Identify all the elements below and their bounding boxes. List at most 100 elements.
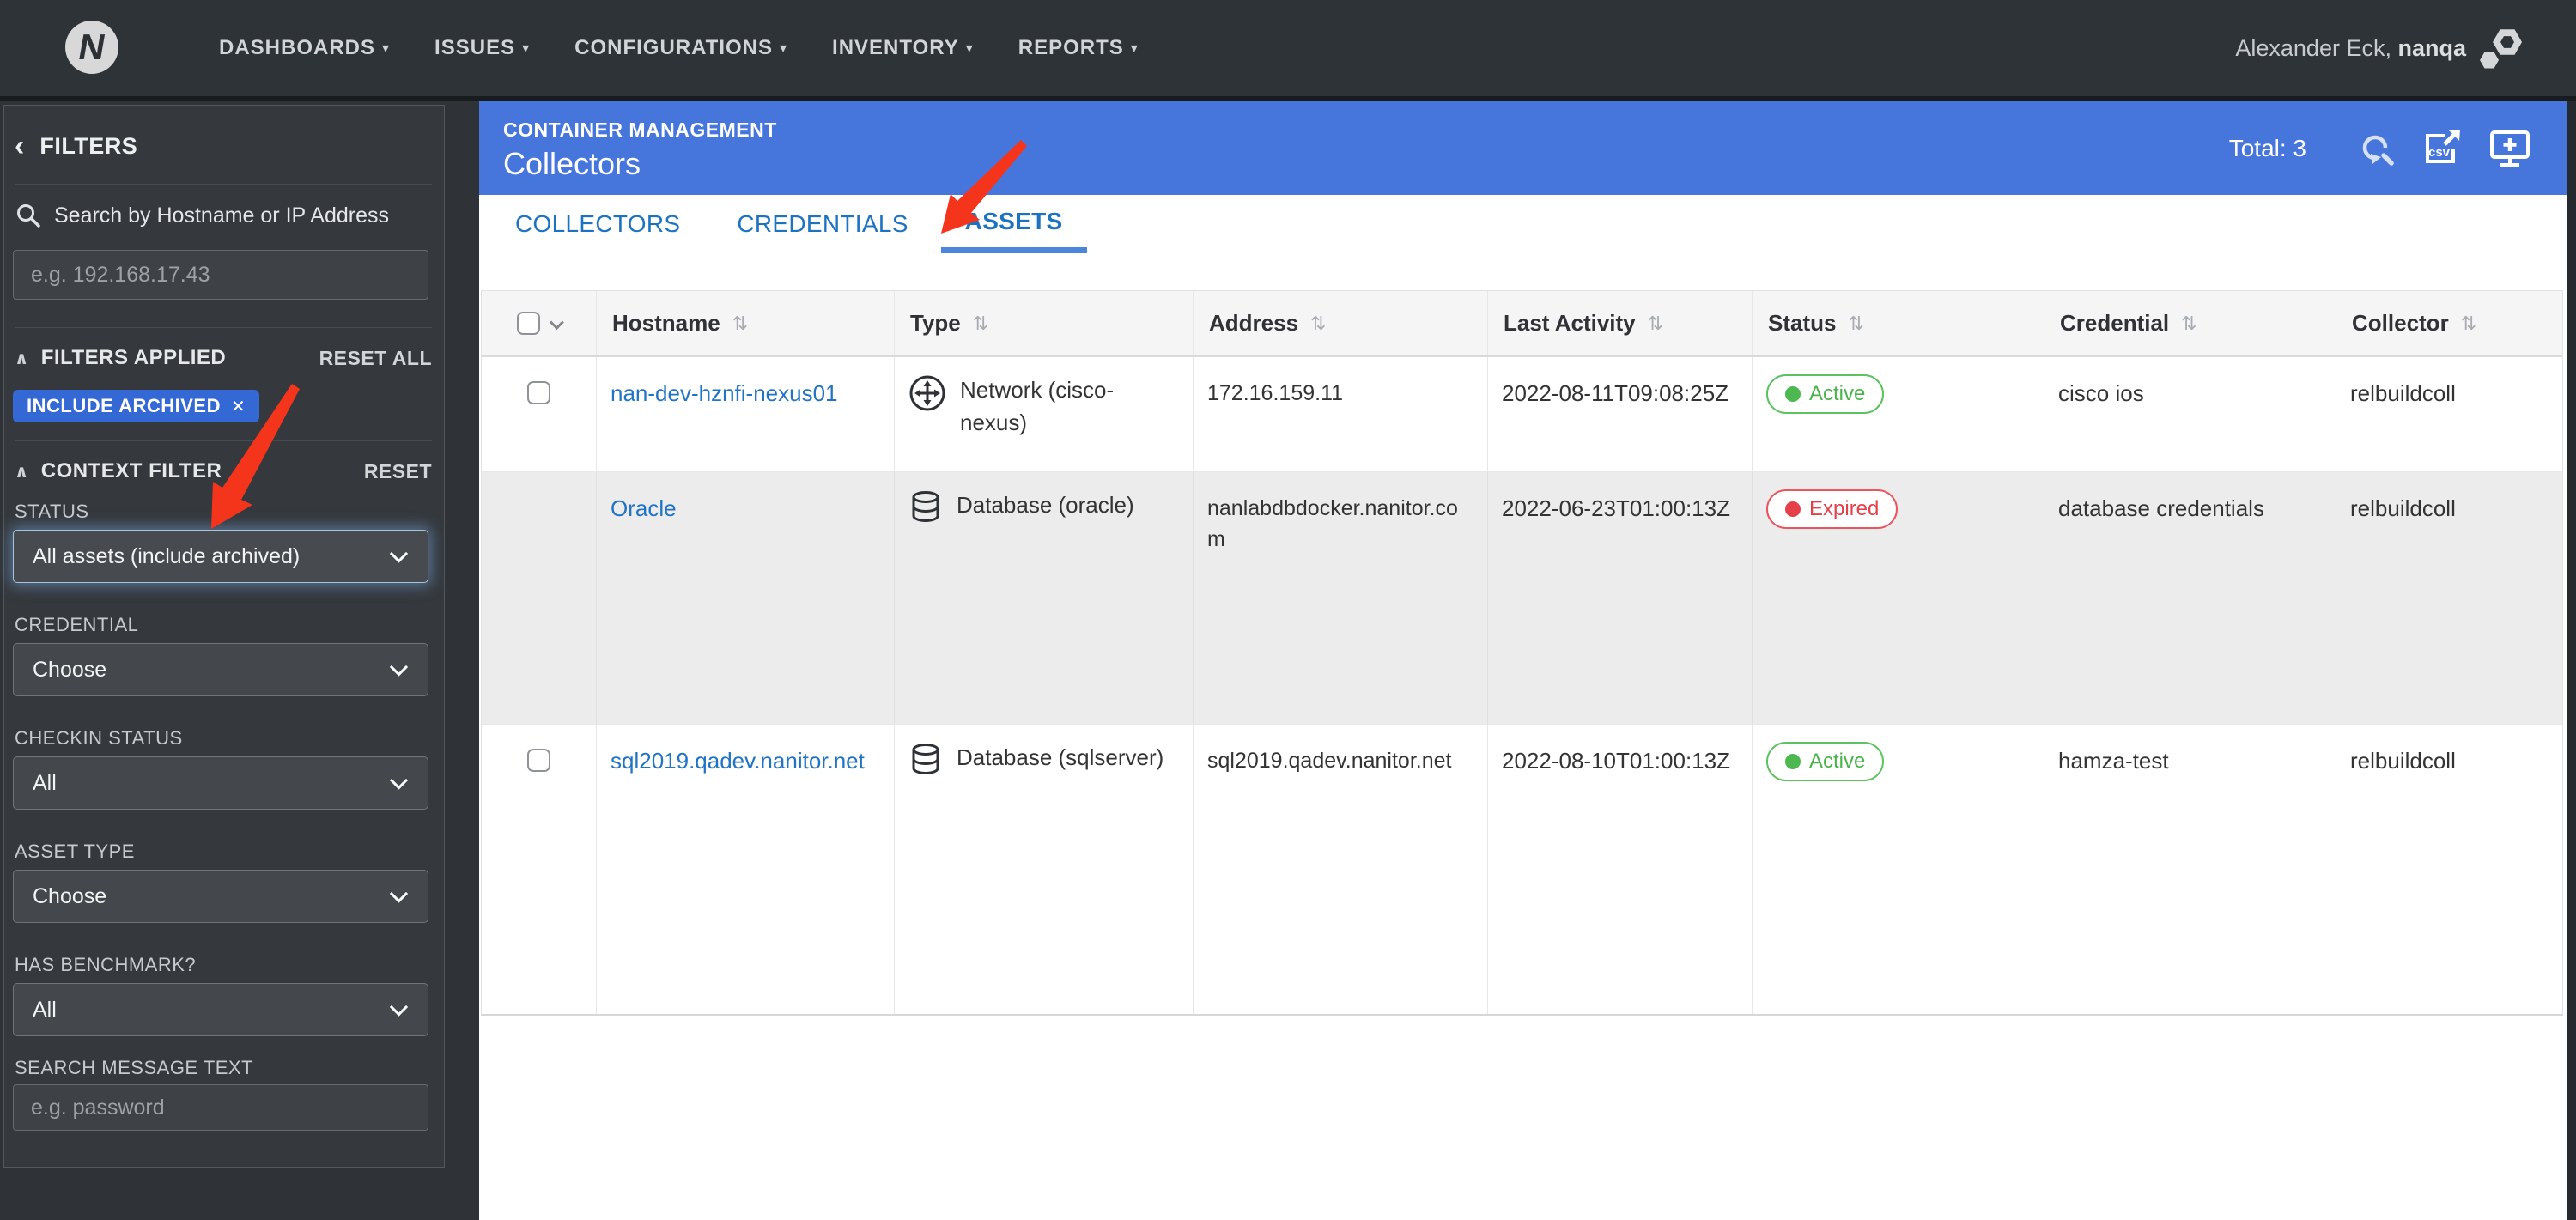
filters-sidebar: ‹ FILTERS Search by Hostname or IP Addre… xyxy=(0,101,479,1220)
chip-close-icon[interactable]: ✕ xyxy=(231,396,246,417)
row-checkbox[interactable] xyxy=(527,749,550,772)
asset-type-select[interactable]: Choose xyxy=(13,870,428,923)
reset-all-button[interactable]: RESET ALL xyxy=(319,347,432,370)
collector-cell: relbuildcoll xyxy=(2350,380,2456,406)
nav-issues-label: ISSUES xyxy=(434,36,516,59)
assets-table: Hostname ⇅ Type ⇅ Address ⇅ Last Activity ⇅ … xyxy=(481,290,2563,1016)
status-badge: Active xyxy=(1766,374,1885,414)
asset-type-text: Database (sqlserver) xyxy=(957,744,1164,770)
export-csv-icon[interactable]: csv xyxy=(2421,128,2463,169)
filters-title: FILTERS xyxy=(39,132,138,159)
hostname-link[interactable]: Oracle xyxy=(611,495,677,521)
nav-issues[interactable]: ISSUES ▾ xyxy=(434,36,530,60)
tab-bar: COLLECTORS CREDENTIALS ASSETS xyxy=(479,195,2567,253)
table-row: nan-dev-hznfi-nexus01 Network (cisco-nex… xyxy=(482,357,2562,472)
search-label-row: Search by Hostname or IP Address xyxy=(15,202,389,229)
sort-icon[interactable]: ⇅ xyxy=(2461,310,2476,337)
reset-button[interactable]: RESET xyxy=(364,460,432,483)
tab-collectors[interactable]: COLLECTORS xyxy=(491,195,704,253)
bulk-actions-chevron-icon[interactable] xyxy=(549,314,564,330)
status-dot-icon xyxy=(1785,754,1801,769)
column-header-credential[interactable]: Credential ⇅ xyxy=(2044,291,2336,355)
page-title: Collectors xyxy=(503,146,641,181)
nanitor-logo[interactable]: N xyxy=(65,21,118,74)
page: N DASHBOARDS ▾ ISSUES ▾ CONFIGURATIONS ▾… xyxy=(0,0,2576,1220)
user-menu[interactable]: Alexander Eck, nanqa xyxy=(2235,0,2524,96)
include-archived-chip[interactable]: INCLUDE ARCHIVED ✕ xyxy=(13,390,260,422)
address-cell: 172.16.159.11 xyxy=(1194,357,1488,471)
status-badge: Active xyxy=(1766,742,1885,781)
asset-type-text: Network (cisco-nexus) xyxy=(960,377,1115,435)
nav-configurations[interactable]: CONFIGURATIONS ▾ xyxy=(574,36,787,60)
nav-configurations-label: CONFIGURATIONS xyxy=(574,36,773,59)
collapse-caret-icon: ∧ xyxy=(15,462,29,482)
row-checkbox[interactable] xyxy=(527,381,550,404)
hostname-link[interactable]: sql2019.qadev.nanitor.net xyxy=(611,748,865,774)
top-nav: N DASHBOARDS ▾ ISSUES ▾ CONFIGURATIONS ▾… xyxy=(0,0,2576,101)
user-name: Alexander Eck, nanqa xyxy=(2235,34,2466,61)
checkin-status-label: CHECKIN STATUS xyxy=(15,727,183,749)
nav-inventory[interactable]: INVENTORY ▾ xyxy=(832,36,974,60)
nav-dashboards[interactable]: DASHBOARDS ▾ xyxy=(219,36,390,60)
context-filter-title: CONTEXT FILTER xyxy=(40,459,222,483)
context-filter-section[interactable]: ∧ CONTEXT FILTER xyxy=(15,459,222,483)
org-hexagons-icon xyxy=(2480,29,2522,69)
collector-cell: relbuildcoll xyxy=(2350,495,2456,521)
status-badge: Expired xyxy=(1766,489,1899,529)
sort-icon[interactable]: ⇅ xyxy=(1848,310,1863,337)
search-message-input[interactable] xyxy=(13,1084,428,1131)
column-header-address[interactable]: Address ⇅ xyxy=(1194,291,1488,355)
sort-icon[interactable]: ⇅ xyxy=(2181,310,2196,337)
chevron-down-icon xyxy=(389,771,409,790)
column-header-type[interactable]: Type ⇅ xyxy=(895,291,1194,355)
main-content: CONTAINER MANAGEMENT Collectors Total: 3… xyxy=(479,101,2567,1220)
collapse-caret-icon: ∧ xyxy=(15,349,29,368)
filters-applied-section[interactable]: ∧ FILTERS APPLIED xyxy=(15,346,226,370)
table-row: sql2019.qadev.nanitor.net Database (sqls… xyxy=(482,725,2562,1014)
address-cell: sql2019.qadev.nanitor.net xyxy=(1194,725,1488,1014)
checkin-status-select[interactable]: All xyxy=(13,756,428,810)
table-header-row: Hostname ⇅ Type ⇅ Address ⇅ Last Activity ⇅ … xyxy=(482,291,2562,357)
chevron-down-icon xyxy=(389,998,409,1017)
caret-down-icon: ▾ xyxy=(780,41,788,56)
sort-icon[interactable]: ⇅ xyxy=(1310,310,1326,337)
asset-type-label: ASSET TYPE xyxy=(15,841,135,862)
column-header-status[interactable]: Status ⇅ xyxy=(1753,291,2044,355)
search-icon xyxy=(17,204,40,228)
tab-credentials[interactable]: CREDENTIALS xyxy=(713,195,932,253)
caret-down-icon: ▾ xyxy=(965,41,974,56)
status-select[interactable]: All assets (include archived) xyxy=(13,530,428,583)
credential-select[interactable]: Choose xyxy=(13,643,428,696)
network-device-icon xyxy=(909,375,945,411)
search-again-icon[interactable] xyxy=(2354,128,2396,169)
column-header-last-activity[interactable]: Last Activity ⇅ xyxy=(1488,291,1753,355)
collapse-sidebar-chevron-icon[interactable]: ‹ xyxy=(15,131,24,161)
nav-reports[interactable]: REPORTS ▾ xyxy=(1018,36,1139,60)
table-row-archived: Oracle Database (oracle) nanlabdbdocker.… xyxy=(482,472,2562,725)
last-activity-cell: 2022-08-11T09:08:25Z xyxy=(1488,357,1753,471)
has-benchmark-label: HAS BENCHMARK? xyxy=(15,954,197,975)
filters-panel: ‹ FILTERS Search by Hostname or IP Addre… xyxy=(3,105,445,1168)
caret-down-icon: ▾ xyxy=(382,41,391,56)
sort-icon[interactable]: ⇅ xyxy=(1648,310,1663,337)
add-asset-icon[interactable] xyxy=(2488,128,2531,169)
nav-reports-label: REPORTS xyxy=(1018,36,1124,59)
hostname-search-input[interactable] xyxy=(13,250,428,300)
page-header: CONTAINER MANAGEMENT Collectors Total: 3… xyxy=(479,101,2567,195)
sort-icon[interactable]: ⇅ xyxy=(973,310,988,337)
hostname-link[interactable]: nan-dev-hznfi-nexus01 xyxy=(611,380,838,406)
column-header-hostname[interactable]: Hostname ⇅ xyxy=(597,291,895,355)
has-benchmark-select[interactable]: All xyxy=(13,983,428,1036)
credential-cell: database credentials xyxy=(2044,472,2336,724)
logo-n-glyph: N xyxy=(75,27,109,67)
column-header-collector[interactable]: Collector ⇅ xyxy=(2336,291,2562,355)
nav-dashboards-label: DASHBOARDS xyxy=(219,36,376,59)
main-menu: DASHBOARDS ▾ ISSUES ▾ CONFIGURATIONS ▾ I… xyxy=(219,0,1139,96)
select-all-checkbox[interactable] xyxy=(517,312,540,335)
sort-icon[interactable]: ⇅ xyxy=(732,310,748,337)
credential-cell: cisco ios xyxy=(2044,357,2336,471)
credential-cell: hamza-test xyxy=(2044,725,2336,1014)
tab-assets[interactable]: ASSETS xyxy=(940,195,1087,253)
divider xyxy=(15,327,432,328)
collector-cell: relbuildcoll xyxy=(2350,748,2456,774)
